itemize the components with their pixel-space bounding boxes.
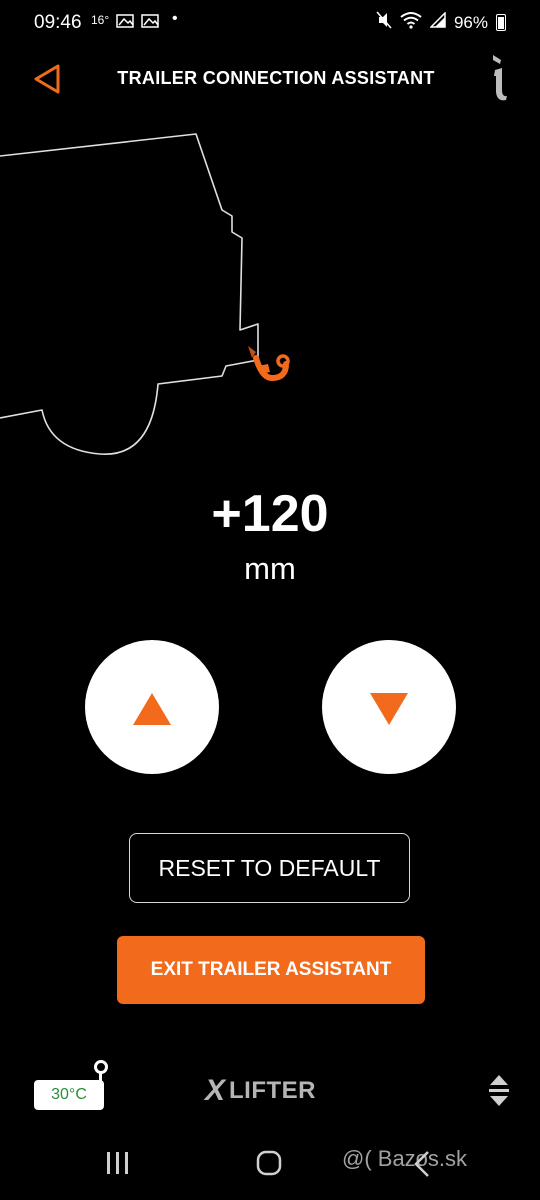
xlifter-logo: X LIFTER xyxy=(205,1074,316,1108)
tow-hitch-icon xyxy=(253,354,290,382)
recents-button[interactable] xyxy=(104,1151,132,1175)
status-temperature: 16° xyxy=(91,13,110,27)
menu-toggle-button[interactable] xyxy=(487,1073,511,1109)
system-nav-bar: @( Bazos.sk xyxy=(0,1130,540,1200)
app-header: TRAILER CONNECTION ASSISTANT xyxy=(0,52,540,104)
exit-trailer-assistant-button[interactable]: EXIT TRAILER ASSISTANT xyxy=(117,936,425,1004)
status-time: 09:46 xyxy=(34,12,82,33)
triangle-down-icon xyxy=(370,693,408,725)
home-icon xyxy=(256,1150,282,1176)
temperature-label: 30°C xyxy=(51,1086,87,1103)
info-button[interactable] xyxy=(488,52,510,102)
thermometer-icon xyxy=(94,1060,108,1074)
watermark: @( Bazos.sk xyxy=(342,1146,468,1171)
recents-icon xyxy=(107,1152,128,1174)
temperature-widget[interactable]: 30°C xyxy=(34,1058,110,1112)
vehicle-outline xyxy=(0,120,320,470)
status-bar: 09:46 16° • 96% xyxy=(0,0,540,46)
wifi-icon xyxy=(400,11,422,34)
home-button[interactable] xyxy=(256,1150,282,1176)
mute-icon xyxy=(376,11,392,34)
photo-notification-icon xyxy=(116,13,136,32)
info-icon xyxy=(493,55,507,101)
photo-notification-icon xyxy=(141,13,161,32)
chevron-left-icon xyxy=(414,1151,429,1177)
temperature-box: 30°C xyxy=(34,1080,104,1110)
lower-button[interactable] xyxy=(322,640,456,774)
battery-percent: 96% xyxy=(453,12,488,32)
hitch-height-value: +120 xyxy=(211,485,329,543)
logo-text: LIFTER xyxy=(229,1077,317,1104)
reset-to-default-button[interactable]: RESET TO DEFAULT xyxy=(129,833,410,903)
hitch-height-unit: mm xyxy=(244,551,296,586)
page-title: TRAILER CONNECTION ASSISTANT xyxy=(117,68,435,88)
status-right-group: 96% xyxy=(376,11,506,34)
signal-icon xyxy=(429,11,446,33)
system-back-button[interactable] xyxy=(412,1150,432,1178)
dot-icon: • xyxy=(172,10,178,27)
triangle-up-icon xyxy=(133,693,171,725)
up-down-toggle-icon xyxy=(489,1075,509,1106)
battery-icon xyxy=(496,14,506,31)
raise-button[interactable] xyxy=(85,640,219,774)
logo-x-mark: X xyxy=(205,1074,226,1107)
